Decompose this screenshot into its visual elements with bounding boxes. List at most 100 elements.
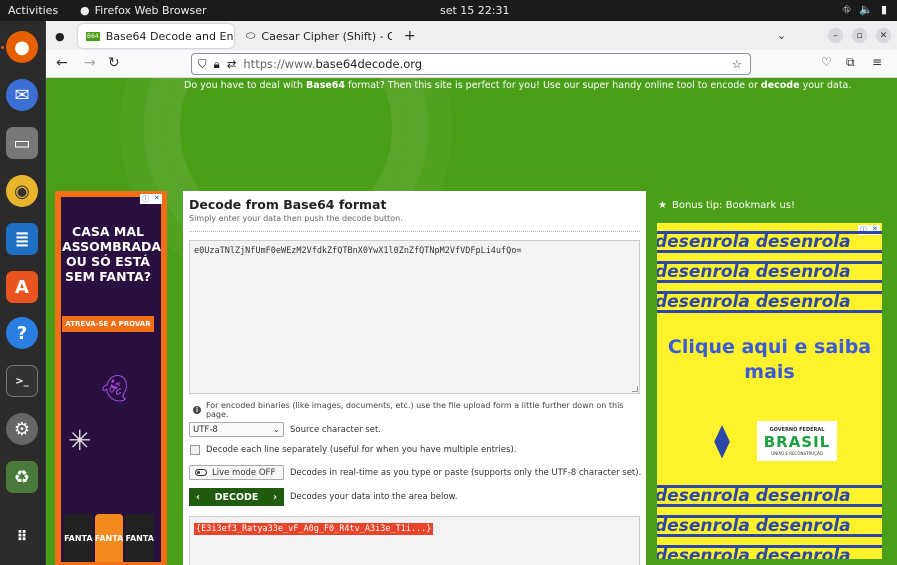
output-value: {E3i3ef3_Ratya33e_vF_A0g_F0_R4tv_A3i3e_T… [194, 523, 434, 535]
chevron-down-icon: ⌄ [272, 424, 280, 435]
input-textarea[interactable]: e0UzaTNlZjNfUmF0eWEzM2VfdkZfQTBnX0YwX1l0… [189, 240, 640, 394]
tab-bar: ● B64 Base64 Decode and Enco ✕ ⬭ Caesar … [46, 21, 897, 50]
live-mode-desc: Decodes in real-time as you type or past… [290, 467, 642, 478]
minimize-button[interactable]: – [828, 28, 843, 43]
url-host: base64decode.org [315, 57, 423, 71]
menu-icon[interactable]: ≡ [872, 55, 882, 69]
bookmark-star-icon[interactable]: ☆ [732, 57, 742, 71]
app-menu[interactable]: ● Firefox Web Browser [80, 4, 207, 17]
star-icon: ★ [658, 200, 667, 211]
decode-row: ‹ DECODE › Decodes your data into the area… [189, 488, 457, 506]
info-icon: i [193, 406, 201, 414]
close-window-button[interactable]: ✕ [876, 28, 891, 43]
spiderweb-icon: ✳ [68, 424, 92, 457]
terminal-icon[interactable]: >_ [6, 365, 38, 397]
toggle-icon [195, 469, 207, 476]
each-line-label: Decode each line separately (useful for … [206, 445, 517, 455]
output-textarea[interactable]: {E3i3ef3_Ratya33e_vF_A0g_F0_R4tv_A3i3e_T… [189, 516, 640, 565]
page-title: Decode from Base64 format [189, 197, 387, 212]
info-note: i For encoded binaries (like images, doc… [193, 401, 646, 419]
live-mode-toggle[interactable]: Live mode OFF [189, 465, 284, 480]
ad-band: desenrola desenrola [657, 291, 882, 313]
volume-icon: 🔈 [859, 3, 873, 16]
each-line-row: Decode each line separately (useful for … [189, 445, 516, 455]
ad-band: desenrola desenrola [657, 261, 882, 283]
new-tab-button[interactable]: + [396, 24, 418, 48]
show-apps-icon[interactable]: ⠿ [6, 521, 38, 553]
browser-window: ● B64 Base64 Decode and Enco ✕ ⬭ Caesar … [46, 21, 897, 565]
ad-band: desenrola desenrola [657, 231, 882, 253]
resize-handle[interactable] [632, 386, 638, 392]
ad-band: desenrola desenrola [657, 515, 882, 537]
thunderbird-icon[interactable]: ✉ [6, 79, 38, 111]
page-subtitle: Simply enter your data then push the dec… [189, 214, 403, 223]
ad-cta[interactable]: ATREVA-SE A PROVAR [62, 316, 154, 332]
writer-icon[interactable]: ≣ [6, 223, 38, 255]
app-name: Firefox Web Browser [94, 4, 207, 17]
gov-logo: GOVERNO FEDERAL BRASIL UNIÃO E RECONSTRU… [757, 421, 837, 461]
url-bar[interactable]: ⛉ 🔒︎ ⇄ https://www.base64decode.org ☆ [191, 53, 751, 75]
page-content: Do you have to deal with Base64 format? … [46, 78, 897, 565]
tab-title: Base64 Decode and Enco [105, 29, 234, 43]
decode-button[interactable]: ‹ DECODE › [189, 488, 284, 506]
left-ad[interactable]: ⓘ ✕ CASA MAL ASSOMBRADA OU SÓ ESTÁ SEM FA… [55, 191, 167, 565]
chevron-right-icon: › [273, 491, 277, 503]
cipher-icon: ⬭ [246, 29, 256, 42]
system-topbar: Activities ● Firefox Web Browser set 15 … [0, 0, 897, 21]
each-line-checkbox[interactable] [190, 445, 200, 455]
firefox-dock-icon[interactable]: ● [6, 31, 38, 63]
decode-desc: Decodes your data into the area below. [290, 492, 458, 502]
forward-icon[interactable]: → [84, 55, 96, 71]
charset-label: Source character set. [290, 424, 381, 435]
tab-title: Caesar Cipher (Shift) - On [261, 29, 392, 43]
ghost-icon: 👻︎ [98, 374, 132, 404]
activities-button[interactable]: Activities [8, 4, 58, 17]
ad-band: desenrola desenrola [657, 545, 882, 559]
firefox-icon: ● [80, 4, 90, 17]
shield-icon[interactable]: ⛉ [198, 57, 207, 72]
help-icon[interactable]: ? [6, 317, 38, 349]
ad-band: desenrola desenrola [657, 485, 882, 507]
divider [189, 231, 640, 232]
ad-cans: FANTA FANTA FANTA [64, 514, 155, 562]
can: FANTA [64, 514, 93, 562]
dock: ● ✉ ▭ ◉ ≣ A ? >_ ⚙ ♻ ⠿ [0, 21, 46, 565]
lock-icon[interactable]: 🔒︎ [214, 57, 220, 72]
clock[interactable]: set 15 22:31 [440, 4, 510, 17]
tab-caesar[interactable]: ⬭ Caesar Cipher (Shift) - On ✕ [238, 24, 392, 48]
system-tray[interactable]: ⛗ 🔈 ▮ [842, 3, 887, 17]
files-icon[interactable]: ▭ [6, 127, 38, 159]
back-icon[interactable]: ← [56, 55, 68, 71]
right-ad[interactable]: ⓘ ✕ desenrola desenrola desenrola desenro… [657, 223, 882, 559]
charset-select[interactable]: UTF-8 ⌄ [189, 422, 284, 437]
ad-choices-icon[interactable]: ⓘ ✕ [140, 194, 162, 204]
battery-icon: ▮ [880, 3, 887, 16]
chevron-left-icon: ‹ [196, 491, 200, 503]
chevron-down-icon[interactable]: ⌄ [774, 28, 789, 43]
nav-bar: ← → ↻ ⛉ 🔒︎ ⇄ https://www.base64decode.or… [46, 50, 897, 78]
extensions-icon[interactable]: ⧉ [846, 55, 855, 70]
bb-logo-icon: ⧫ [714, 421, 730, 459]
pocket-icon[interactable]: ♡ [821, 55, 832, 69]
decode-panel: Decode from Base64 format Simply enter y… [183, 191, 646, 565]
reload-icon[interactable]: ↻ [108, 55, 120, 71]
network-icon: ⛗ [842, 3, 852, 16]
charset-row: UTF-8 ⌄ Source character set. [189, 422, 381, 437]
rhythmbox-icon[interactable]: ◉ [6, 175, 38, 207]
firefox-view-icon[interactable]: ● [52, 24, 72, 48]
intro-text: Do you have to deal with Base64 format? … [184, 80, 852, 91]
ad-headline[interactable]: Clique aqui e saiba mais [657, 335, 882, 385]
maximize-button[interactable]: ▫ [852, 28, 867, 43]
ad-headline: CASA MAL ASSOMBRADA OU SÓ ESTÁ SEM FANTA… [62, 224, 162, 284]
running-indicator [1, 46, 4, 49]
live-mode-row: Live mode OFF Decodes in real-time as yo… [189, 465, 641, 480]
app-center-icon[interactable]: A [6, 271, 38, 303]
url-scheme: https://www. [243, 57, 316, 71]
tab-base64[interactable]: B64 Base64 Decode and Enco ✕ [78, 24, 234, 48]
input-value: e0UzaTNlZjNfUmF0eWEzM2VfdkZfQTBnX0YwX1l0… [194, 246, 522, 256]
can: FANTA [125, 514, 155, 562]
settings-icon[interactable]: ⚙ [6, 413, 38, 445]
trash-icon[interactable]: ♻ [6, 461, 38, 493]
base64-favicon: B64 [86, 31, 100, 41]
permissions-icon[interactable]: ⇄ [227, 57, 237, 71]
